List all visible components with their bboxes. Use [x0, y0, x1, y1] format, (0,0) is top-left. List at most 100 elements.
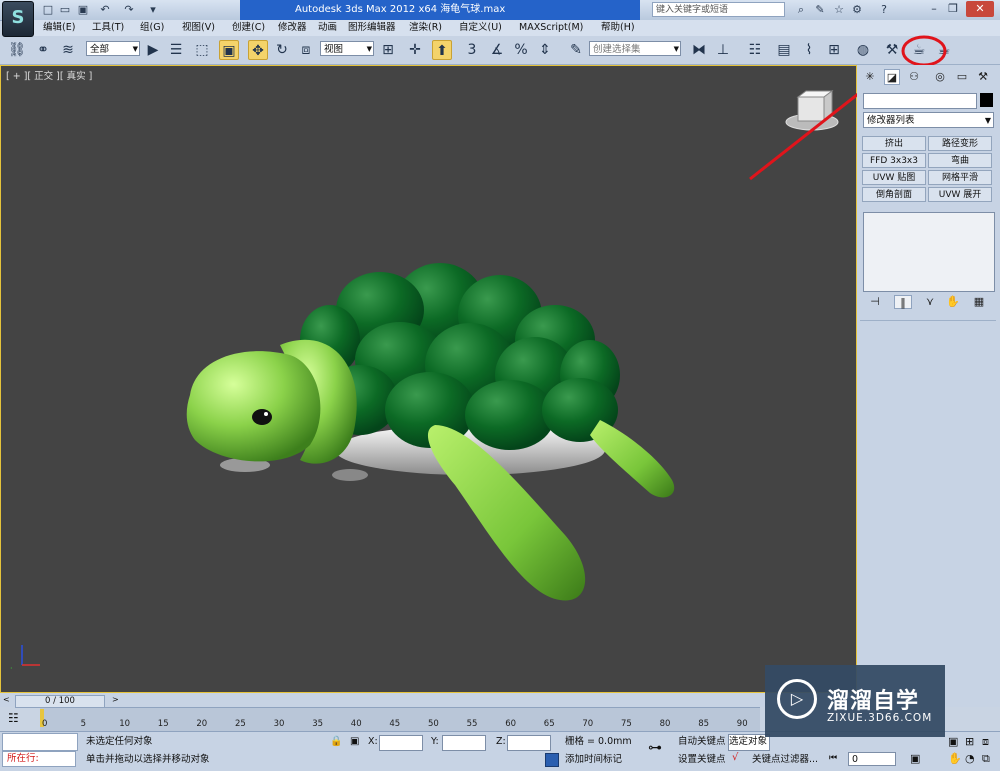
time-slider-next-icon[interactable]: > — [112, 695, 119, 704]
auto-key-button[interactable]: 自动关键点 — [678, 735, 726, 749]
menu-edit[interactable]: 编辑(E) — [43, 20, 75, 36]
show-end-result-icon[interactable]: ‖ — [894, 295, 912, 309]
remove-modifier-icon[interactable]: ✋ — [944, 295, 962, 309]
configure-modifier-sets-icon[interactable]: ▦ — [970, 295, 988, 309]
keyboard-shortcut-override-icon[interactable]: ⬆ — [432, 40, 452, 60]
schematic-view-icon[interactable]: ⊞ — [824, 40, 844, 60]
percent-snap-icon[interactable]: % — [511, 40, 531, 60]
maximize-viewport-icon[interactable]: ⧈ — [982, 735, 989, 749]
new-file-icon[interactable]: □ — [40, 2, 56, 17]
motion-tab-icon[interactable]: ◎ — [932, 69, 948, 85]
angle-snap-icon[interactable]: ∡ — [487, 40, 507, 60]
select-and-move-icon[interactable]: ✥ — [248, 40, 268, 60]
object-name-field[interactable] — [863, 93, 977, 109]
help-icon[interactable]: ? — [876, 2, 892, 17]
maxscript-mini-listener[interactable]: 所在行: — [2, 751, 76, 767]
close-icon[interactable]: ✕ — [966, 1, 994, 17]
pan-hand-icon[interactable]: ✋ — [948, 752, 962, 765]
spinner-snap-icon[interactable]: ⇕ — [535, 40, 555, 60]
utilities-tab-icon[interactable]: ⚒ — [975, 69, 991, 85]
window-crossing-icon[interactable]: ▣ — [219, 40, 239, 60]
select-and-manipulate-icon[interactable]: ✛ — [405, 40, 425, 60]
viewport-options-icon[interactable]: ⧉ — [982, 752, 990, 766]
restore-icon[interactable]: ❐ — [944, 1, 962, 17]
material-editor-icon[interactable]: ◍ — [853, 40, 873, 60]
named-selection-dropdown[interactable]: 创建选择集 ▼ — [589, 41, 681, 56]
tools-icon[interactable]: ✎ — [812, 2, 828, 17]
time-slider-prev-icon[interactable]: < — [3, 695, 10, 704]
modifier-unwrap-uvw-button[interactable]: UVW 展开 — [928, 187, 992, 202]
binoculars-icon[interactable]: ⌕ — [793, 2, 809, 17]
graphite-tools-icon[interactable]: ▤ — [774, 40, 794, 60]
menu-modifiers[interactable]: 修改器 — [278, 20, 307, 36]
create-tab-icon[interactable]: ✳ — [862, 69, 878, 85]
minimize-icon[interactable]: – — [925, 1, 943, 17]
menu-help[interactable]: 帮助(H) — [601, 20, 635, 36]
set-key-button[interactable]: 设置关键点 — [678, 753, 726, 767]
bind-space-warp-icon[interactable]: ≋ — [58, 40, 78, 60]
snaps-toggle-icon[interactable]: 3 — [462, 40, 482, 60]
save-icon[interactable]: ▣ — [75, 2, 91, 17]
link-icon[interactable]: ⛓ — [7, 40, 27, 60]
modifier-extrude-button[interactable]: 挤出 — [862, 136, 926, 151]
select-by-name-icon[interactable]: ☰ — [166, 40, 186, 60]
zoom-all-icon[interactable]: ⊞ — [965, 735, 974, 748]
object-color-swatch[interactable] — [980, 93, 993, 107]
orbit-icon[interactable]: ◔ — [965, 752, 975, 765]
reference-coordinate-dropdown[interactable]: 视图 ▼ — [320, 41, 374, 56]
menu-create[interactable]: 创建(C) — [232, 20, 265, 36]
menu-graph-editors[interactable]: 图形编辑器 — [348, 20, 396, 36]
app-logo[interactable]: S — [2, 1, 34, 37]
key-icon[interactable]: ⊶ — [648, 740, 662, 756]
align-icon[interactable]: ⊥ — [713, 40, 733, 60]
mirror-icon[interactable]: ⧓ — [689, 40, 709, 60]
menu-tools[interactable]: 工具(T) — [92, 20, 124, 36]
menu-customize[interactable]: 自定义(U) — [459, 20, 502, 36]
key-filters-button[interactable]: 关键点过滤器... — [752, 753, 818, 767]
undo-icon[interactable]: ↶ — [97, 2, 113, 17]
modifier-stack[interactable] — [863, 212, 995, 292]
modifier-path-deform-button[interactable]: 路径变形 — [928, 136, 992, 151]
x-coordinate-field[interactable] — [379, 735, 423, 751]
open-file-icon[interactable]: ▭ — [57, 2, 73, 17]
modifier-uvw-map-button[interactable]: UVW 贴图 — [862, 170, 926, 185]
unlink-icon[interactable]: ⚭ — [33, 40, 53, 60]
menu-maxscript[interactable]: MAXScript(M) — [519, 20, 583, 36]
z-coordinate-field[interactable] — [507, 735, 551, 751]
goto-start-icon[interactable]: ⏮ — [829, 753, 837, 763]
edit-named-selection-icon[interactable]: ✎ — [566, 40, 586, 60]
modifier-list-dropdown[interactable]: 修改器列表 ▼ — [863, 112, 994, 128]
menu-views[interactable]: 视图(V) — [182, 20, 215, 36]
modifier-bend-button[interactable]: 弯曲 — [928, 153, 992, 168]
make-unique-icon[interactable]: ⋎ — [921, 295, 939, 309]
modifier-bevel-profile-button[interactable]: 倒角剖面 — [862, 187, 926, 202]
viewcube-icon[interactable] — [785, 90, 839, 131]
display-tab-icon[interactable]: ▭ — [954, 69, 970, 85]
add-time-tag[interactable]: 添加时间标记 — [565, 753, 622, 767]
pin-stack-icon[interactable]: ⊣ — [866, 295, 884, 309]
pivot-center-icon[interactable]: ⊞ — [378, 40, 398, 60]
modify-tab-icon[interactable]: ◪ — [884, 69, 900, 85]
absolute-mode-icon[interactable]: ▣ — [350, 736, 359, 747]
key-mode-dropdown[interactable]: 选定对象 — [728, 734, 770, 751]
curve-editor-icon[interactable]: ⌇ — [799, 40, 819, 60]
add-time-tag-icon[interactable] — [545, 753, 559, 767]
settings-icon[interactable]: ⚙ — [849, 2, 865, 17]
track-bar-icon[interactable]: ☷ — [8, 711, 19, 725]
menu-animation[interactable]: 动画 — [318, 20, 337, 36]
select-object-icon[interactable]: ▶ — [143, 40, 163, 60]
render-setup-icon[interactable]: ⚒ — [882, 40, 902, 60]
hierarchy-tab-icon[interactable]: ⚇ — [906, 69, 922, 85]
modifier-ffd-button[interactable]: FFD 3x3x3 — [862, 153, 926, 168]
layer-manager-icon[interactable]: ☷ — [745, 40, 765, 60]
y-coordinate-field[interactable] — [442, 735, 486, 751]
select-and-scale-icon[interactable]: ⧈ — [296, 40, 316, 60]
star-icon[interactable]: ☆ — [831, 2, 847, 17]
menu-group[interactable]: 组(G) — [140, 20, 164, 36]
modifier-meshsmooth-button[interactable]: 网格平滑 — [928, 170, 992, 185]
search-input[interactable]: 键入关键字或短语 — [652, 2, 785, 17]
zoom-extents-icon[interactable]: ▣ — [948, 735, 958, 748]
menu-rendering[interactable]: 渲染(R) — [409, 20, 442, 36]
lock-icon[interactable]: 🔒 — [330, 736, 342, 747]
maxscript-listener[interactable] — [2, 733, 78, 751]
